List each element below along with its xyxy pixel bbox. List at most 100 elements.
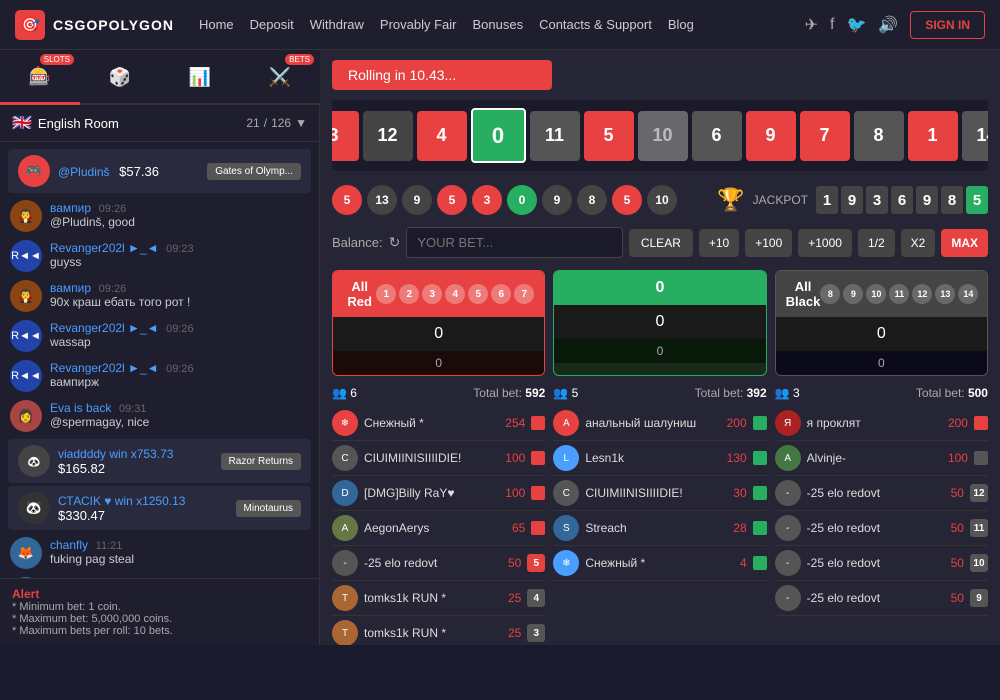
nav-withdraw[interactable]: Withdraw [310, 17, 364, 32]
bet-input[interactable] [406, 227, 623, 258]
win-user-2: viaddddy win x753.73 [58, 447, 173, 461]
chat-msg-7: 🦊 chanfly 11:21 fuking pag steal [0, 533, 319, 573]
red-list-header: 👥 6 Total bet: 592 [332, 386, 545, 400]
jackpot-digit-0: 1 [816, 186, 838, 214]
msg-time: 09:23 [166, 243, 194, 255]
tab-vs[interactable]: ⚔️ BETS [240, 50, 320, 105]
slots-icon: 🎰 [29, 66, 51, 87]
msg-time: 09:26 [166, 323, 194, 335]
msg-text: fuking pag steal [50, 552, 134, 566]
red-player-2: C CIUIMIINISIIIIDIE! 100 [332, 441, 545, 476]
ball-3: 5 [437, 185, 467, 215]
alert-line-2: * Maximum bet: 5,000,000 coins. [12, 613, 307, 625]
chat-msg-6: 👩 Eva is back 09:31 @spermagay, nice [0, 396, 319, 436]
msg-time: 09:26 [99, 283, 127, 295]
room-header: 🇬🇧 English Room 21 / 126 ▼ [0, 105, 319, 142]
msg-user: chanfly [50, 538, 88, 552]
alert-line-1: * Minimum bet: 1 coin. [12, 601, 307, 613]
win-notification-1: 🎮 @Pludinš $57.36 Gates of Olymp... [8, 149, 311, 193]
volume-icon[interactable]: 🔊 [878, 15, 898, 35]
dropdown-icon[interactable]: ▼ [295, 116, 307, 130]
chart-icon: 📊 [189, 67, 211, 88]
nav-home[interactable]: Home [199, 17, 234, 32]
history-row: 5 13 9 5 3 0 9 8 5 10 🏆 JACKPOT 1 9 3 6 … [332, 181, 988, 219]
chat-msg-2: R◄◄ Revanger202l ►_◄ 09:23 guyss [0, 236, 319, 276]
logo[interactable]: 🎯 CSGOPOLYGON [15, 10, 174, 40]
win-user-1: @Pludinš [58, 165, 110, 179]
tab-chart[interactable]: 📊 [160, 50, 240, 105]
jackpot-digit-2: 3 [866, 186, 888, 214]
msg-user: вампир [50, 201, 91, 215]
jackpot-trophy-icon: 🏆 [717, 187, 744, 213]
ball-8: 5 [612, 185, 642, 215]
twitter-icon[interactable]: 🐦 [846, 15, 866, 35]
room-total: 126 [271, 116, 291, 130]
chat-msg-4: R◄◄ Revanger202l ►_◄ 09:26 wassap [0, 316, 319, 356]
msg-time: 09:31 [119, 403, 147, 415]
player-lists: 👥 6 Total bet: 592 ❄ Снежный * 254 C CIU… [332, 386, 988, 645]
modifier-1000[interactable]: +1000 [798, 229, 852, 257]
slots-badge: SLOTS [40, 54, 74, 65]
msg-time: 11:21 [96, 540, 123, 552]
avatar: 🐼 [18, 492, 50, 524]
modifier-x2[interactable]: X2 [901, 229, 936, 257]
roulette-cell-9: 7 [800, 111, 850, 161]
facebook-icon[interactable]: f [830, 16, 834, 34]
jackpot-digit-1: 9 [841, 186, 863, 214]
ball-7: 8 [577, 185, 607, 215]
dice-icon: 🎲 [109, 67, 131, 88]
ball-5: 0 [507, 185, 537, 215]
black-numbers: 8 9 10 11 12 13 14 [820, 284, 978, 304]
roulette-cells: 3 12 4 0 11 5 10 6 9 7 8 [340, 108, 980, 163]
black-player-4: - -25 elo redovt 50 11 [775, 511, 988, 546]
sidebar: 🇬🇧 English Room 21 / 126 ▼ 🎮 @Pludinš $5… [0, 105, 320, 645]
modifier-10[interactable]: +10 [699, 229, 739, 257]
all-black-button[interactable]: All Black [786, 279, 821, 309]
sign-in-button[interactable]: SIGN IN [910, 11, 985, 39]
nav-deposit[interactable]: Deposit [250, 17, 294, 32]
tab-slots[interactable]: 🎰 SLOTS [0, 50, 80, 105]
clear-button[interactable]: CLEAR [629, 229, 693, 257]
nav-blog[interactable]: Blog [668, 17, 694, 32]
win-game-btn-1[interactable]: Gates of Olymp... [207, 163, 301, 180]
room-current: 21 [246, 116, 259, 130]
green-bet-button[interactable]: 0 [564, 279, 755, 297]
win-notification-2: 🐼 viaddddy win x753.73 $165.82 Razor Ret… [8, 439, 311, 483]
red-total-input[interactable] [333, 317, 544, 351]
msg-user: Eva is back [50, 401, 111, 415]
win-game-btn-2[interactable]: Razor Returns [221, 453, 301, 470]
win-amount-3: $330.47 [58, 508, 185, 523]
win-game-btn-3[interactable]: Minotaurus [236, 500, 301, 517]
nav-contacts-support[interactable]: Contacts & Support [539, 17, 652, 32]
black-player-list: 👥 3 Total bet: 500 Я я проклят 200 A Alv… [775, 386, 988, 645]
msg-user: Revanger202l ►_◄ [50, 321, 158, 335]
balance-label: Balance: [332, 235, 383, 250]
roulette-cell-2: 4 [417, 111, 467, 161]
nav-bonuses[interactable]: Bonuses [472, 17, 523, 32]
green-total-input[interactable] [554, 305, 765, 339]
all-red-button[interactable]: All Red [343, 279, 376, 309]
green-player-5: ❄ Снежный * 4 [553, 546, 766, 581]
telegram-icon[interactable]: ✈ [805, 15, 818, 35]
modifier-100[interactable]: +100 [745, 229, 792, 257]
msg-user: Revanger202l ►_◄ [50, 361, 158, 375]
room-name: English Room [38, 116, 119, 131]
max-button[interactable]: MAX [941, 229, 988, 257]
black-player-6: - -25 elo redovt 50 9 [775, 581, 988, 616]
alert-box: Alert * Minimum bet: 1 coin. * Maximum b… [0, 578, 319, 645]
modifier-half[interactable]: 1/2 [858, 229, 895, 257]
ball-2: 9 [402, 185, 432, 215]
nav-provably-fair[interactable]: Provably Fair [380, 17, 457, 32]
jackpot-digits: 1 9 3 6 9 8 5 [816, 186, 988, 214]
chat-messages[interactable]: 🎮 @Pludinš $57.36 Gates of Olymp... 🧛 ва… [0, 142, 319, 578]
panel-red: All Red 1 2 3 4 5 6 7 0 [332, 270, 545, 376]
red-player-4: A AegonAerys 65 [332, 511, 545, 546]
roulette-cell-6: 10 [638, 111, 688, 161]
msg-text: 90x краш ебать того рот ! [50, 295, 190, 309]
black-total-input[interactable] [776, 317, 987, 351]
vs-icon: ⚔️ [269, 67, 291, 88]
tab-dice[interactable]: 🎲 [80, 50, 160, 105]
roulette-cell-1: 12 [363, 111, 413, 161]
refresh-icon[interactable]: ↻ [389, 234, 401, 251]
green-count: 0 [554, 339, 765, 363]
